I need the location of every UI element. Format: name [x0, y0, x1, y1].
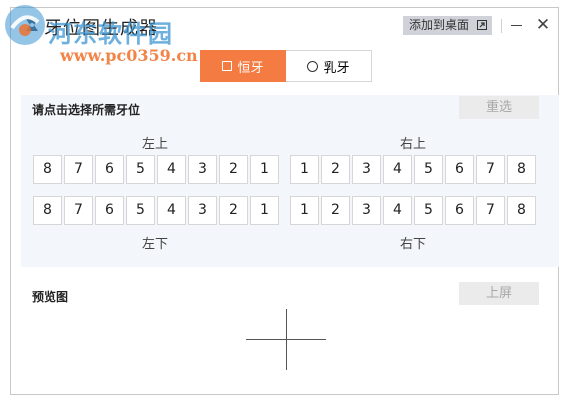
- upper-right-teeth: 12345678: [290, 155, 538, 184]
- upper-left-label: 左上: [142, 137, 169, 152]
- checkbox-icon: [222, 61, 233, 71]
- tooth-button[interactable]: 8: [33, 155, 62, 184]
- tooth-button[interactable]: 1: [290, 155, 319, 184]
- tab-label: 恒牙: [237, 60, 264, 76]
- tooth-button[interactable]: 7: [64, 196, 93, 225]
- minimize-icon: [511, 25, 522, 26]
- tooth-button[interactable]: 4: [383, 155, 412, 184]
- tooth-button[interactable]: 1: [250, 196, 279, 225]
- tooth-button[interactable]: 1: [250, 155, 279, 184]
- lower-right-label: 右下: [400, 237, 427, 252]
- tooth-button[interactable]: 6: [445, 155, 474, 184]
- close-button[interactable]: ✕: [533, 14, 553, 36]
- tooth-button[interactable]: 8: [33, 196, 62, 225]
- upper-right-label: 右上: [400, 137, 427, 152]
- select-section-title: 请点击选择所需牙位: [32, 103, 141, 117]
- tooth-button[interactable]: 5: [414, 155, 443, 184]
- tooth-button[interactable]: 3: [352, 155, 381, 184]
- tooth-button[interactable]: 7: [476, 196, 505, 225]
- upload-button[interactable]: 上屏: [459, 282, 539, 305]
- window-title: 牙位图生成器: [44, 18, 158, 39]
- tooth-button[interactable]: 2: [219, 155, 248, 184]
- tooth-button[interactable]: 6: [95, 155, 124, 184]
- minimize-button[interactable]: [507, 14, 527, 36]
- lower-left-label: 左下: [142, 237, 169, 252]
- external-link-icon: [477, 20, 487, 30]
- tooth-button[interactable]: 2: [321, 196, 350, 225]
- tooth-button[interactable]: 5: [126, 196, 155, 225]
- title-bar: 牙位图生成器 添加到桌面 ✕: [11, 8, 558, 42]
- tab-label: 乳牙: [323, 60, 350, 76]
- tooth-button[interactable]: 3: [188, 196, 217, 225]
- tooth-button[interactable]: 8: [507, 155, 536, 184]
- upper-left-teeth: 87654321: [33, 155, 281, 184]
- lower-left-teeth: 87654321: [33, 196, 281, 225]
- tooth-button[interactable]: 1: [290, 196, 319, 225]
- radio-icon: [307, 60, 319, 72]
- titlebar-separator: [501, 19, 502, 33]
- tooth-select-panel: 请点击选择所需牙位 重选 左上 右上 87654321 12345678 876…: [21, 95, 559, 267]
- tooth-button[interactable]: 2: [219, 196, 248, 225]
- tooth-button[interactable]: 3: [188, 155, 217, 184]
- tooth-button[interactable]: 2: [321, 155, 350, 184]
- add-to-desktop-button[interactable]: 添加到桌面: [403, 16, 492, 35]
- tooth-button[interactable]: 8: [507, 196, 536, 225]
- lower-right-teeth: 12345678: [290, 196, 538, 225]
- app-window: 牙位图生成器 添加到桌面 ✕ 恒牙 乳牙 请点击选择所需牙位 重选 左上 右上 …: [10, 7, 559, 395]
- tooth-button[interactable]: 7: [476, 155, 505, 184]
- tooth-button[interactable]: 7: [64, 155, 93, 184]
- app-logo-icon: [26, 19, 38, 31]
- tooth-button[interactable]: 6: [95, 196, 124, 225]
- close-icon: ✕: [535, 15, 551, 35]
- tooth-button[interactable]: 3: [352, 196, 381, 225]
- tooth-button[interactable]: 5: [414, 196, 443, 225]
- tooth-button[interactable]: 4: [383, 196, 412, 225]
- preview-cross-vertical: [286, 309, 287, 370]
- reset-button[interactable]: 重选: [459, 96, 539, 119]
- tooth-button[interactable]: 4: [157, 196, 186, 225]
- tooth-button[interactable]: 5: [126, 155, 155, 184]
- tab-permanent-teeth[interactable]: 恒牙: [200, 50, 286, 82]
- tab-deciduous-teeth[interactable]: 乳牙: [286, 51, 371, 81]
- preview-section-title: 预览图: [32, 290, 69, 304]
- add-to-desktop-label: 添加到桌面: [409, 18, 470, 32]
- tooth-button[interactable]: 4: [157, 155, 186, 184]
- tooth-button[interactable]: 6: [445, 196, 474, 225]
- tooth-type-tabs: 恒牙 乳牙: [200, 50, 372, 82]
